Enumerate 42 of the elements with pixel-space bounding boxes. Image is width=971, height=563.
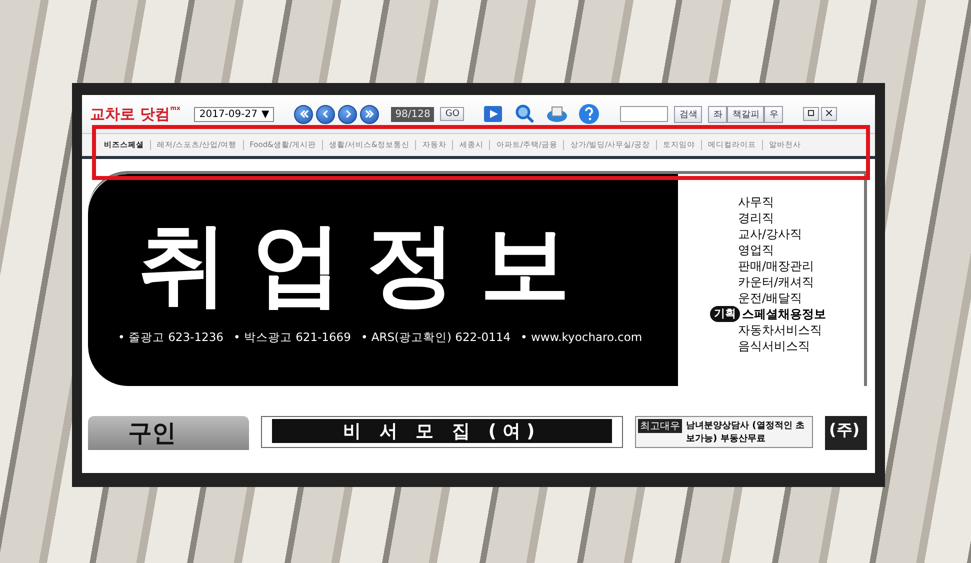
close-icon xyxy=(826,110,832,116)
feature-tag: 기획 xyxy=(710,306,740,322)
last-page-button[interactable] xyxy=(360,104,380,124)
first-page-button[interactable] xyxy=(294,104,314,124)
search-field[interactable] xyxy=(620,106,668,122)
job-category[interactable]: 음식서비스직 xyxy=(738,338,864,354)
contact-text: • ARS(광고확인) 622-0114 xyxy=(360,330,511,345)
bookmark-button[interactable]: 책갈피 xyxy=(727,106,764,122)
banner-title: 취업정보 xyxy=(137,215,595,314)
bookmark-left-button[interactable]: 좌 xyxy=(708,106,728,122)
job-category[interactable]: 사무직 xyxy=(738,194,864,210)
slideshow-icon[interactable] xyxy=(482,103,504,125)
search-button[interactable]: 검색 xyxy=(674,106,702,122)
search-icon[interactable] xyxy=(514,103,536,125)
job-category[interactable]: 교사/강사직 xyxy=(738,226,864,242)
go-button[interactable]: GO xyxy=(440,107,464,121)
previous-page-button[interactable] xyxy=(316,104,336,124)
double-arrow-icon xyxy=(364,108,376,120)
maximize-icon xyxy=(808,110,814,116)
ad-heading: 비 서 모 집 (여) xyxy=(272,419,612,443)
contact-text: • www.kyocharo.com xyxy=(520,330,642,345)
ad-heading: 구인 xyxy=(88,416,249,450)
ad-tag: 최고대우 xyxy=(638,419,682,433)
close-button[interactable] xyxy=(821,107,838,121)
job-category[interactable]: 스페셜채용정보 xyxy=(742,306,826,322)
job-category[interactable]: 판매/매장관리 xyxy=(738,258,864,274)
double-arrow-icon xyxy=(298,108,310,120)
ad-text: 남녀분양상담사 (열정적인 초보가능) 부동산무료 xyxy=(686,420,806,445)
ad-heading: (주) xyxy=(824,416,867,450)
maximize-button[interactable] xyxy=(803,107,820,121)
bookmark-right-button[interactable]: 우 xyxy=(764,106,784,122)
job-category[interactable]: 카운터/캐셔직 xyxy=(738,274,864,290)
contact-text: • 박스광고 621-1669 xyxy=(233,330,351,345)
date-dropdown[interactable]: 2017-09-27 ▼ xyxy=(194,106,274,122)
job-category[interactable]: 경리직 xyxy=(738,210,864,226)
page-counter: 98/128 xyxy=(391,106,434,122)
contact-text: • 줄광고 623-1236 xyxy=(118,330,224,345)
next-page-button[interactable] xyxy=(338,104,358,124)
job-category[interactable]: 자동차서비스직 xyxy=(738,322,864,338)
job-category[interactable]: 영업직 xyxy=(738,242,864,258)
help-icon[interactable] xyxy=(578,103,600,125)
job-category[interactable]: 운전/배달직 xyxy=(738,290,864,306)
